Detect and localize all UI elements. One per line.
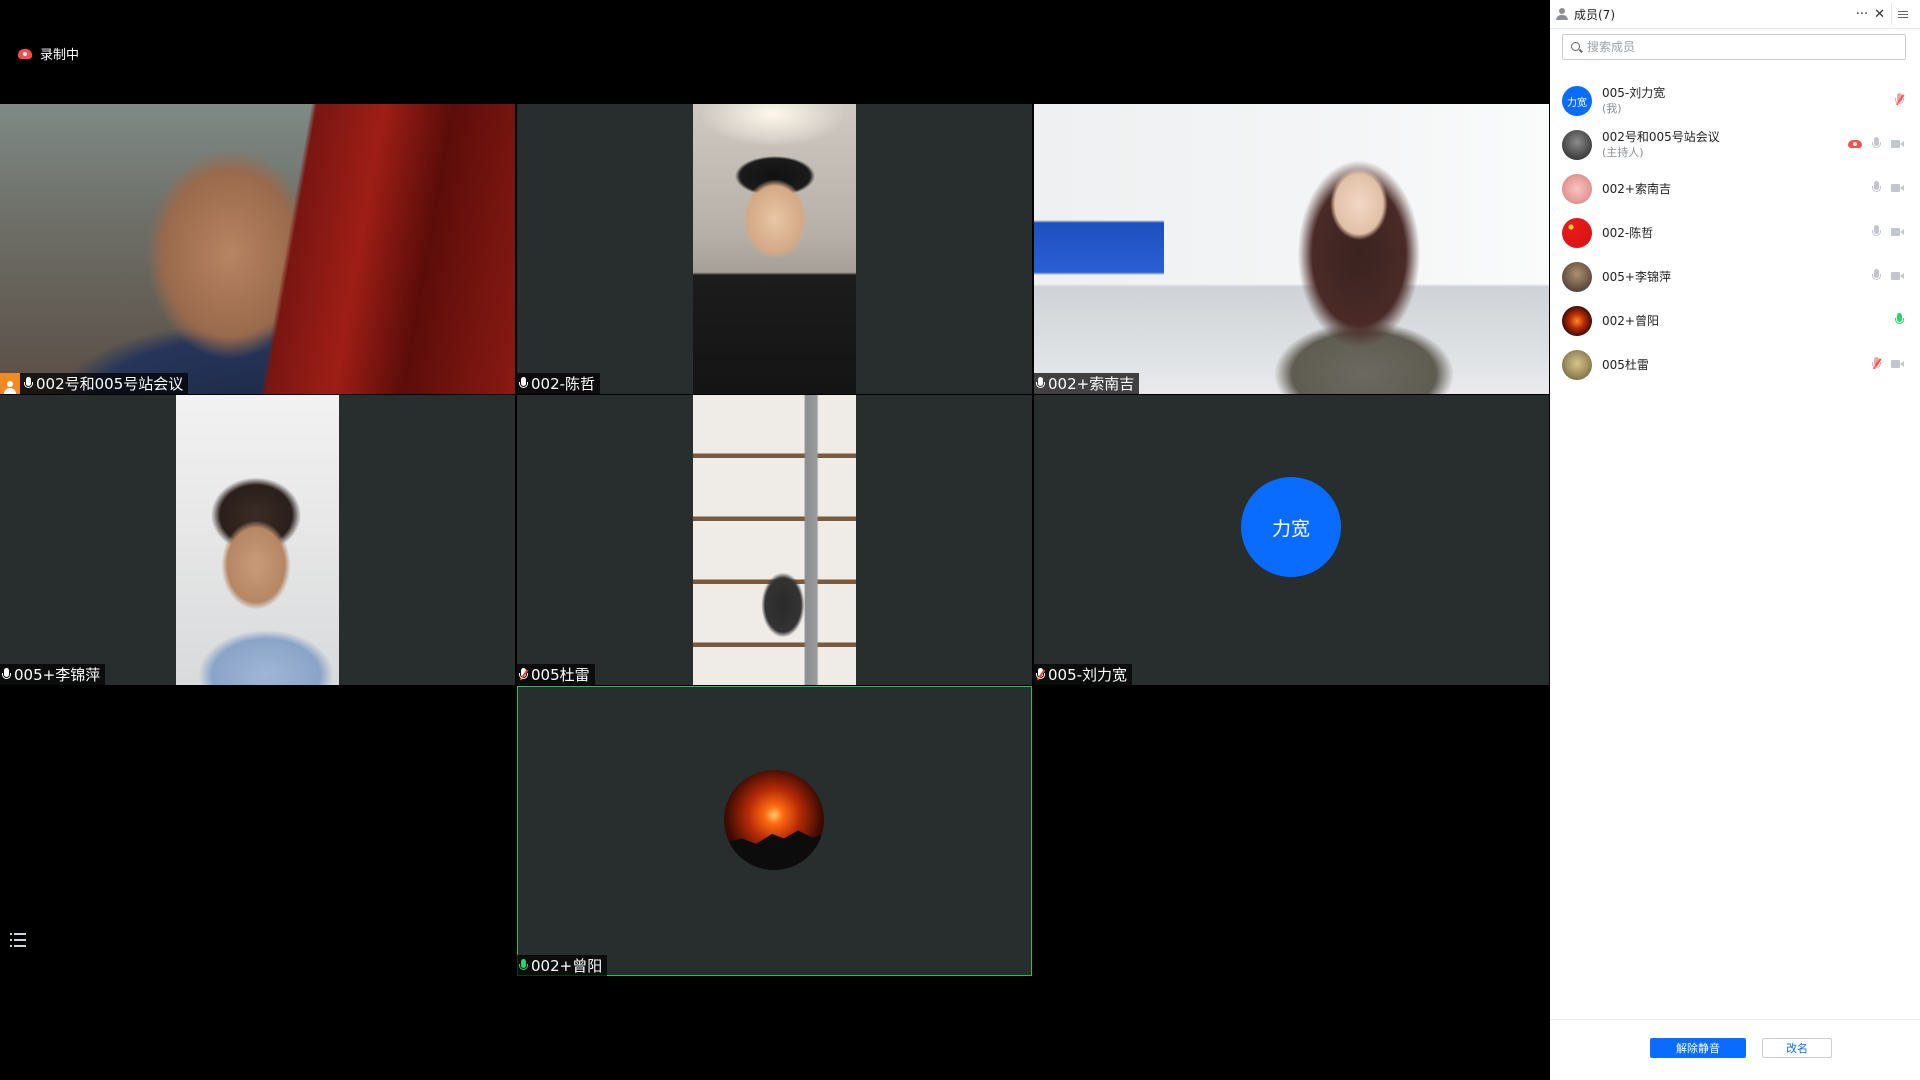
more-options-icon[interactable]: ···: [1856, 7, 1868, 22]
member-name: 005杜雷: [1602, 357, 1649, 372]
panel-title: 成员(7): [1574, 7, 1615, 22]
mic-speaking-icon[interactable]: [1895, 313, 1904, 327]
member-row[interactable]: 005杜雷: [1562, 347, 1912, 383]
mic-icon[interactable]: [1872, 137, 1881, 151]
member-name: 002+曾阳: [1602, 313, 1659, 328]
mic-muted-icon[interactable]: [1895, 93, 1905, 107]
tile-name-bar: 002+索南吉: [1034, 373, 1140, 394]
search-input[interactable]: [1585, 39, 1889, 55]
mic-speaking-icon: [519, 958, 528, 973]
member-name: 005-刘力宽: [1602, 86, 1666, 100]
camera-icon[interactable]: [1891, 183, 1904, 193]
mic-icon[interactable]: [1872, 225, 1881, 239]
member-row[interactable]: 力宽 005-刘力宽 (我): [1562, 83, 1912, 119]
member-name: 002号和005号站会议: [1602, 130, 1720, 144]
mic-muted-icon: [519, 667, 529, 682]
search-box[interactable]: [1562, 34, 1906, 60]
participant-name: 005-刘力宽: [1048, 666, 1128, 684]
video-tile-dulei[interactable]: 005杜雷: [517, 395, 1032, 685]
member-row[interactable]: 002-陈哲: [1562, 215, 1912, 251]
avatar: 力宽: [1562, 86, 1592, 116]
mic-icon[interactable]: [1872, 269, 1881, 283]
recording-indicator[interactable]: 录制中: [18, 44, 79, 63]
avatar: [1562, 306, 1592, 336]
video-tile-zengyang[interactable]: 002+曾阳: [517, 686, 1032, 976]
panel-footer: 解除静音 改名: [1550, 1019, 1920, 1080]
video-tile-chenzhe[interactable]: 002-陈哲: [517, 104, 1032, 394]
avatar: [1562, 218, 1592, 248]
unmute-all-button[interactable]: 解除静音: [1650, 1038, 1746, 1058]
member-role: (我): [1602, 102, 1622, 115]
tile-name-bar: 005杜雷: [517, 664, 595, 685]
rename-button[interactable]: 改名: [1762, 1038, 1832, 1058]
mic-icon: [24, 376, 33, 391]
host-icon: [0, 373, 20, 394]
recording-label: 录制中: [40, 48, 80, 63]
mic-muted-icon[interactable]: [1872, 357, 1882, 371]
participant-name: 005杜雷: [531, 666, 590, 684]
tile-name-bar: 002+曾阳: [517, 955, 608, 976]
members-panel: 成员(7) ··· ✕ 力宽 005-刘力宽 (我) 002号和005号站会议 …: [1550, 0, 1920, 1080]
member-row[interactable]: 002+曾阳: [1562, 303, 1912, 339]
camera-icon[interactable]: [1891, 139, 1904, 149]
panel-menu-icon[interactable]: [1891, 3, 1914, 25]
member-row[interactable]: 005+李锦萍: [1562, 259, 1912, 295]
video-tile-liulikuan[interactable]: 力宽 005-刘力宽: [1034, 395, 1549, 685]
person-icon: [1556, 8, 1568, 20]
member-name: 005+李锦萍: [1602, 269, 1671, 284]
tile-name-bar: 002号和005号站会议: [0, 373, 189, 394]
member-row[interactable]: 002号和005号站会议 (主持人): [1562, 127, 1912, 163]
avatar: [1562, 262, 1592, 292]
avatar: [1562, 174, 1592, 204]
mic-icon: [1036, 376, 1045, 391]
close-icon[interactable]: ✕: [1874, 7, 1885, 22]
participant-name: 002+索南吉: [1048, 375, 1135, 393]
participant-name: 005+李锦萍: [14, 666, 101, 684]
video-tile-host[interactable]: 002号和005号站会议: [0, 104, 515, 394]
member-name: 002-陈哲: [1602, 225, 1654, 240]
tile-name-bar: 005+李锦萍: [0, 664, 106, 685]
cloud-record-icon: [18, 48, 32, 59]
participant-name: 002号和005号站会议: [36, 375, 184, 393]
mic-icon: [519, 376, 528, 391]
camera-icon[interactable]: [1891, 271, 1904, 281]
avatar: [724, 770, 824, 870]
panel-header: 成员(7) ··· ✕: [1550, 0, 1920, 29]
avatar: [1562, 130, 1592, 160]
avatar: 力宽: [1241, 477, 1341, 577]
participant-video: [1034, 104, 1549, 394]
tile-name-bar: 002-陈哲: [517, 373, 601, 394]
mic-icon[interactable]: [1872, 181, 1881, 195]
mic-muted-icon: [1036, 667, 1046, 682]
video-tile-suonanji[interactable]: 002+索南吉: [1034, 104, 1549, 394]
camera-icon[interactable]: [1891, 227, 1904, 237]
cloud-record-icon: [1848, 139, 1862, 149]
participant-video: [176, 395, 339, 685]
participant-name: 002+曾阳: [531, 957, 603, 975]
avatar: [1562, 350, 1592, 380]
participant-video: [0, 104, 515, 394]
tile-name-bar: 005-刘力宽: [1034, 664, 1133, 685]
member-row[interactable]: 002+索南吉: [1562, 171, 1912, 207]
video-stage: 录制中 002号和005号站会议 002-陈哲 002+索南吉 005+李锦萍: [0, 0, 1550, 1080]
member-role: (主持人): [1602, 146, 1644, 159]
mic-icon: [2, 667, 11, 682]
participant-video: [693, 104, 856, 394]
member-name: 002+索南吉: [1602, 181, 1671, 196]
camera-icon[interactable]: [1891, 359, 1904, 369]
video-tile-lijinping[interactable]: 005+李锦萍: [0, 395, 515, 685]
participant-name: 002-陈哲: [531, 375, 596, 393]
list-view-icon[interactable]: [10, 933, 26, 947]
participant-video: [693, 395, 856, 685]
search-icon: [1571, 42, 1581, 52]
